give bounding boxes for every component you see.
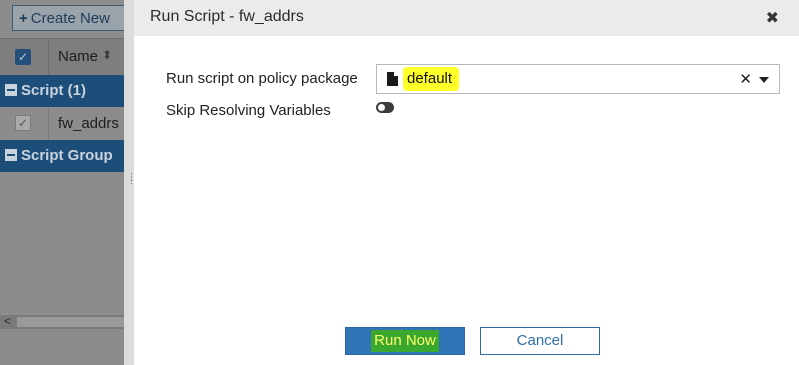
run-script-dialog: Run Script - fw_addrs ✖ Run script on po… bbox=[134, 0, 799, 365]
background-page: + Create New ✓ Name ⬍ Script (1) ✓ fw_add… bbox=[0, 0, 132, 365]
dialog-header: Run Script - fw_addrs ✖ bbox=[134, 0, 799, 36]
group-row-script-group[interactable]: Script Group bbox=[0, 140, 124, 172]
clear-icon[interactable]: ✕ bbox=[739, 70, 752, 88]
table-header: ✓ Name ⬍ bbox=[0, 38, 124, 76]
sort-icon[interactable]: ⬍ bbox=[102, 48, 112, 62]
cancel-button[interactable]: Cancel bbox=[480, 327, 600, 355]
column-divider bbox=[48, 107, 49, 140]
scrollbar-thumb[interactable] bbox=[17, 317, 124, 327]
create-new-button[interactable]: + Create New bbox=[12, 5, 132, 31]
run-now-label: Run Now bbox=[371, 330, 439, 352]
row-name: fw_addrs bbox=[58, 115, 119, 132]
chevron-down-icon[interactable] bbox=[759, 77, 769, 83]
scroll-left-icon[interactable]: < bbox=[4, 314, 11, 328]
select-all-checkbox[interactable]: ✓ bbox=[15, 49, 31, 65]
name-column-header[interactable]: Name bbox=[58, 48, 98, 65]
skip-resolving-toggle[interactable] bbox=[376, 102, 394, 113]
group-row-script[interactable]: Script (1) bbox=[0, 75, 124, 107]
collapse-icon[interactable] bbox=[5, 149, 17, 161]
table-row[interactable]: ✓ fw_addrs bbox=[0, 107, 124, 140]
policy-package-label: Run script on policy package bbox=[166, 70, 358, 87]
policy-package-select[interactable]: default ✕ bbox=[376, 64, 780, 94]
run-now-button[interactable]: Run Now bbox=[345, 327, 465, 355]
background-toolbar: + Create New bbox=[0, 0, 132, 38]
toggle-knob bbox=[378, 104, 385, 111]
row-checkbox[interactable]: ✓ bbox=[15, 115, 31, 131]
group-label: Script (1) bbox=[21, 82, 87, 99]
close-icon[interactable]: ✖ bbox=[766, 8, 779, 28]
panel-splitter[interactable]: ⋮ ⋮ bbox=[124, 0, 136, 365]
dialog-title: Run Script - fw_addrs bbox=[150, 8, 304, 25]
collapse-icon[interactable] bbox=[5, 84, 17, 96]
plus-icon: + bbox=[19, 10, 28, 27]
column-divider bbox=[48, 39, 49, 75]
skip-resolving-label: Skip Resolving Variables bbox=[166, 102, 331, 119]
group-label: Script Group bbox=[21, 147, 113, 164]
policy-package-value: default bbox=[403, 67, 460, 91]
horizontal-scrollbar[interactable]: < bbox=[0, 314, 124, 329]
create-new-label: Create New bbox=[30, 10, 110, 27]
policy-package-icon bbox=[387, 72, 398, 86]
